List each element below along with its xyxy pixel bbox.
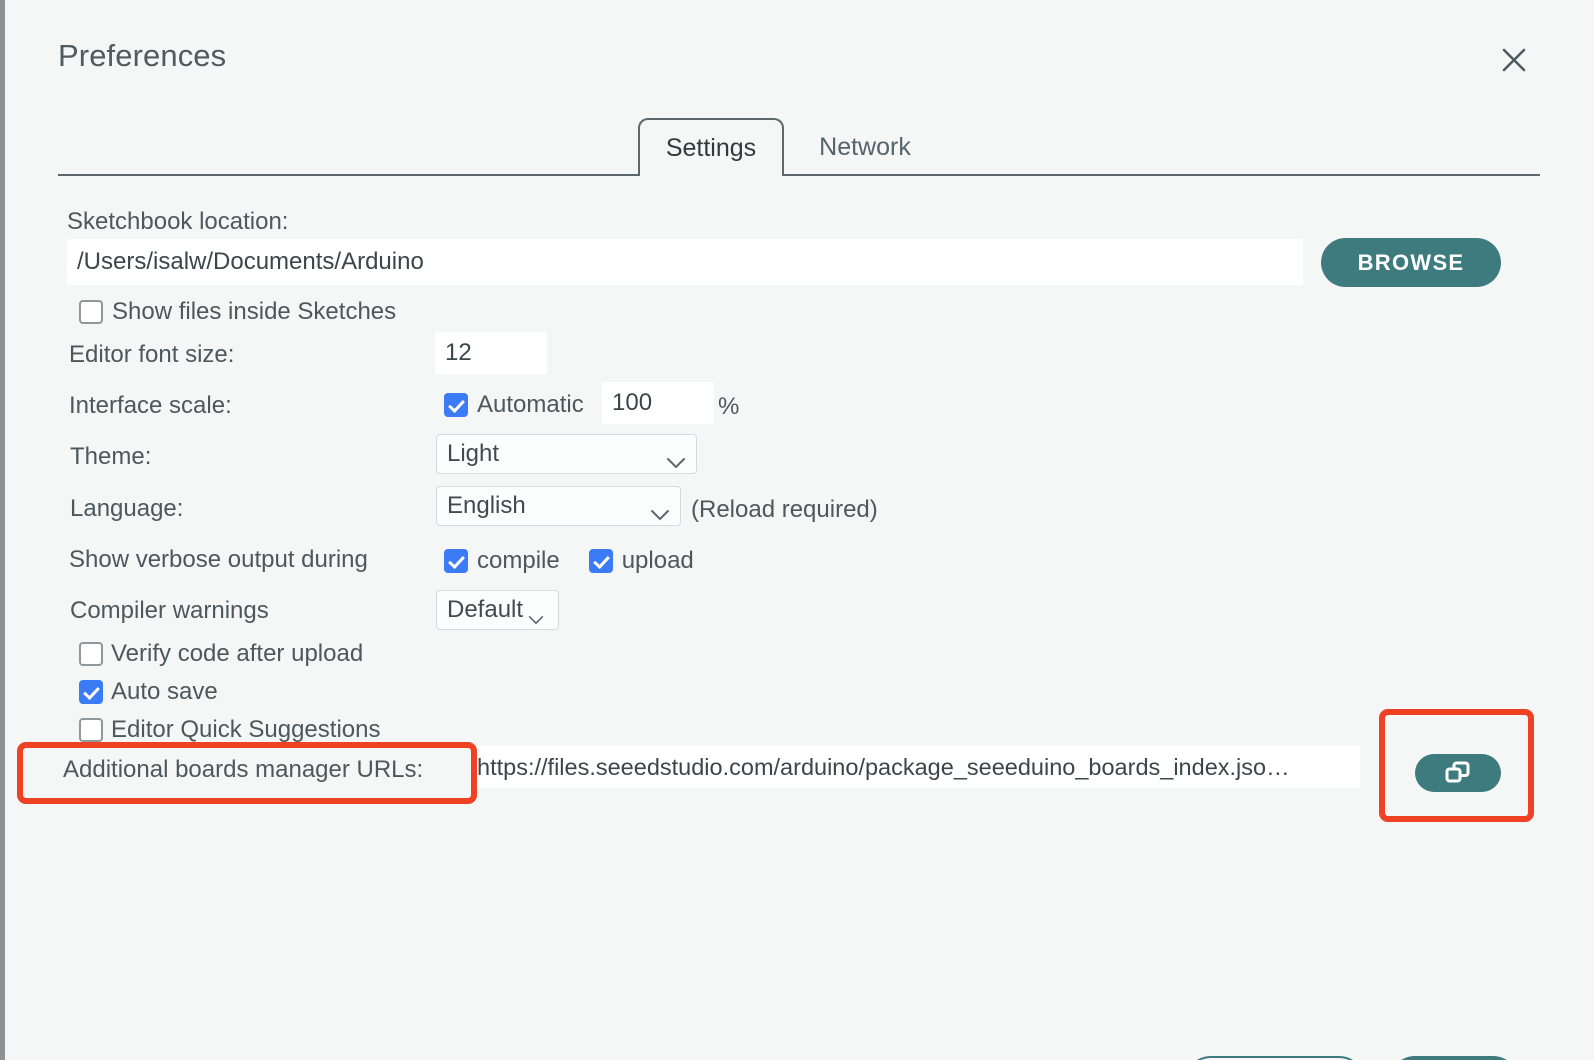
verify-code-after-upload-checkbox[interactable] bbox=[79, 642, 103, 666]
interface-scale-automatic-row[interactable]: Automatic bbox=[444, 391, 584, 419]
verbose-upload-label: upload bbox=[621, 547, 694, 574]
language-select-value: English bbox=[447, 492, 526, 519]
close-icon[interactable] bbox=[1494, 40, 1534, 80]
theme-label: Theme: bbox=[70, 443, 152, 470]
browse-button[interactable]: BROWSE bbox=[1321, 238, 1501, 287]
editor-font-size-input[interactable] bbox=[435, 332, 547, 374]
show-files-inside-sketches-row[interactable]: Show files inside Sketches bbox=[79, 298, 396, 326]
expand-window-icon bbox=[1445, 760, 1471, 787]
theme-select-value: Light bbox=[447, 440, 500, 467]
verbose-upload-checkbox[interactable] bbox=[588, 549, 613, 573]
dialog-header: Preferences bbox=[5, 0, 1594, 110]
chevron-down-icon bbox=[650, 500, 670, 521]
editor-quick-suggestions-label: Editor Quick Suggestions bbox=[111, 716, 381, 743]
auto-save-label: Auto save bbox=[111, 678, 218, 705]
page-title: Preferences bbox=[58, 38, 227, 73]
interface-scale-value-input[interactable] bbox=[602, 382, 714, 424]
settings-panel: Sketchbook location: BROWSE Show files i… bbox=[5, 176, 1594, 1060]
compiler-warnings-select[interactable]: Default bbox=[436, 590, 559, 630]
theme-select[interactable]: Light bbox=[436, 434, 697, 474]
compiler-warnings-label: Compiler warnings bbox=[70, 597, 269, 624]
interface-scale-unit: % bbox=[718, 393, 740, 420]
editor-quick-suggestions-checkbox[interactable] bbox=[79, 718, 103, 742]
sketchbook-location-input[interactable] bbox=[67, 239, 1303, 285]
language-reload-note: (Reload required) bbox=[691, 496, 878, 523]
compiler-warnings-select-value: Default bbox=[447, 596, 524, 623]
auto-save-checkbox[interactable] bbox=[79, 680, 103, 704]
verbose-output-label: Show verbose output during bbox=[69, 546, 368, 573]
preferences-dialog: Preferences Settings Network Sketchbook … bbox=[5, 0, 1594, 1060]
editor-font-size-label: Editor font size: bbox=[69, 341, 235, 368]
language-label: Language: bbox=[70, 495, 184, 522]
editor-quick-suggestions-row[interactable]: Editor Quick Suggestions bbox=[79, 716, 380, 744]
interface-scale-automatic-checkbox[interactable] bbox=[444, 393, 468, 417]
show-files-inside-sketches-label: Show files inside Sketches bbox=[112, 298, 397, 325]
expand-window-icon-button[interactable] bbox=[1415, 754, 1501, 792]
verify-code-after-upload-label: Verify code after upload bbox=[111, 640, 364, 667]
interface-scale-label: Interface scale: bbox=[69, 392, 232, 419]
auto-save-row[interactable]: Auto save bbox=[79, 678, 218, 706]
tab-network[interactable]: Network bbox=[795, 118, 935, 176]
tab-bar: Settings Network bbox=[5, 118, 1594, 176]
additional-boards-urls-input[interactable] bbox=[475, 746, 1360, 788]
verify-code-after-upload-row[interactable]: Verify code after upload bbox=[79, 640, 363, 668]
sketchbook-location-label: Sketchbook location: bbox=[67, 208, 289, 235]
chevron-down-icon bbox=[666, 448, 686, 469]
verbose-compile-label: compile bbox=[477, 547, 560, 574]
additional-boards-urls-label: Additional boards manager URLs: bbox=[63, 756, 424, 783]
interface-scale-automatic-label: Automatic bbox=[477, 391, 584, 418]
language-select[interactable]: English bbox=[436, 486, 681, 526]
verbose-output-controls: compile upload bbox=[444, 547, 694, 575]
cancel-button[interactable]: CANCEL bbox=[1185, 1056, 1365, 1060]
ok-button[interactable]: OK bbox=[1389, 1056, 1519, 1060]
preferences-dialog-root: Preferences Settings Network Sketchbook … bbox=[0, 0, 1594, 1060]
chevron-down-icon bbox=[528, 604, 548, 625]
tab-settings[interactable]: Settings bbox=[638, 118, 784, 176]
show-files-inside-sketches-checkbox[interactable] bbox=[79, 300, 103, 324]
verbose-compile-checkbox[interactable] bbox=[444, 549, 468, 573]
